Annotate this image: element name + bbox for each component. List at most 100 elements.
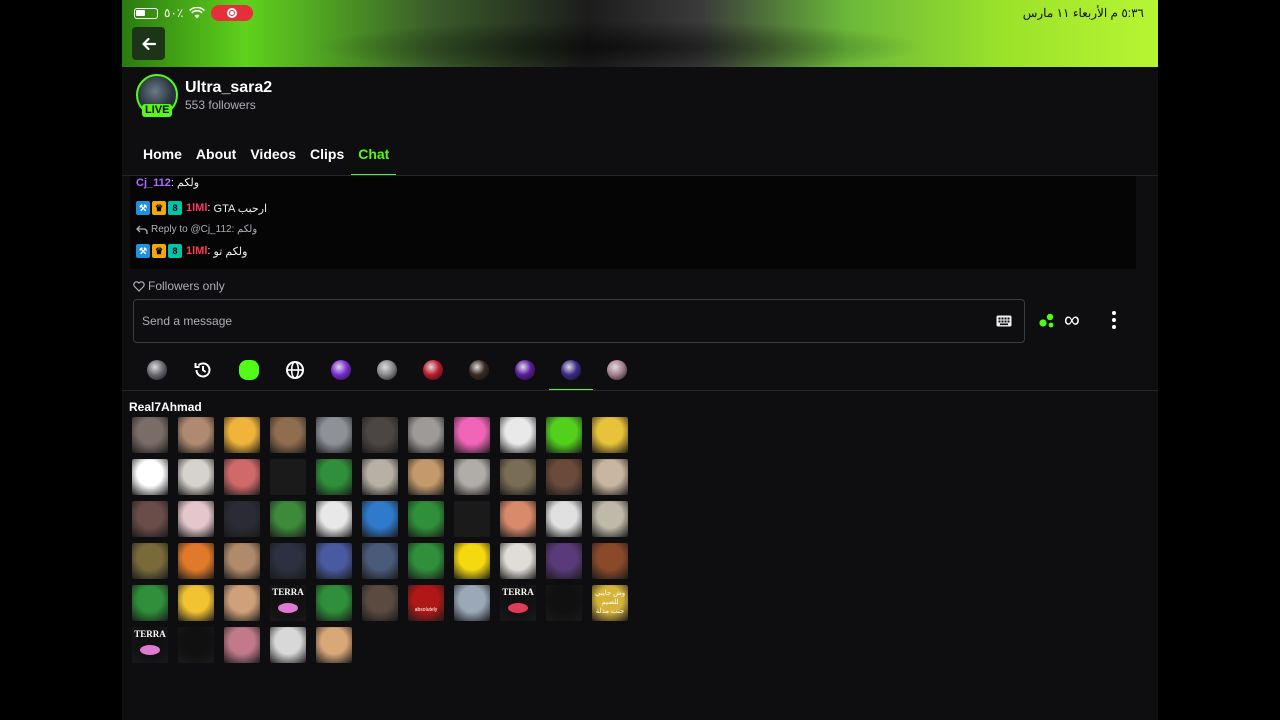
emote[interactable] — [500, 459, 536, 495]
emote[interactable] — [178, 543, 214, 579]
emote-tab[interactable] — [502, 350, 548, 390]
emote-tab[interactable] — [134, 350, 180, 390]
emote-tab[interactable] — [456, 350, 502, 390]
tab-videos[interactable]: Videos — [243, 138, 303, 176]
message-input[interactable] — [142, 314, 996, 328]
emote[interactable] — [592, 459, 628, 495]
emote[interactable] — [270, 501, 306, 537]
emote-tab[interactable] — [548, 350, 594, 391]
emote[interactable] — [132, 417, 168, 453]
emote[interactable] — [178, 585, 214, 621]
emote[interactable] — [316, 417, 352, 453]
emote[interactable] — [178, 501, 214, 537]
emote[interactable] — [224, 585, 260, 621]
emote[interactable] — [362, 543, 398, 579]
heart-icon — [133, 280, 145, 292]
emote[interactable] — [270, 543, 306, 579]
emote[interactable] — [408, 543, 444, 579]
back-button[interactable] — [132, 27, 165, 60]
chat-username[interactable]: Cj_112 — [136, 177, 171, 189]
reply-reference[interactable]: Reply to @Cj_112: ولكم — [136, 224, 257, 235]
emote[interactable] — [454, 501, 490, 537]
keyboard-icon[interactable] — [996, 315, 1012, 327]
emote[interactable]: وش جايبي للصيم جنت مذلة — [592, 585, 628, 621]
emote-tab[interactable] — [180, 350, 226, 390]
emote[interactable] — [270, 627, 306, 663]
emote[interactable] — [316, 585, 352, 621]
emote-caption: TERRA — [134, 629, 166, 639]
emote[interactable] — [224, 501, 260, 537]
emote[interactable] — [546, 417, 582, 453]
emote-tab[interactable] — [318, 350, 364, 390]
emote[interactable] — [546, 459, 582, 495]
emote[interactable] — [362, 417, 398, 453]
emote[interactable] — [316, 501, 352, 537]
emote[interactable] — [592, 501, 628, 537]
emote[interactable] — [132, 585, 168, 621]
emote[interactable] — [316, 627, 352, 663]
emote-tab[interactable] — [594, 350, 640, 390]
infinity-icon[interactable]: ∞ — [1064, 309, 1080, 331]
emote-tab[interactable] — [272, 350, 318, 390]
emote-tab[interactable] — [364, 350, 410, 390]
emote[interactable] — [546, 543, 582, 579]
emote[interactable]: TERRA — [500, 585, 536, 621]
emote[interactable] — [546, 585, 582, 621]
channel-name[interactable]: Ultra_sara2 — [185, 78, 272, 98]
emote[interactable] — [362, 459, 398, 495]
emote-tab[interactable] — [410, 350, 456, 390]
emote[interactable] — [454, 459, 490, 495]
emote[interactable] — [132, 501, 168, 537]
kick-points-icon[interactable] — [1038, 311, 1056, 329]
arrow-left-icon — [141, 37, 156, 50]
emote[interactable] — [546, 501, 582, 537]
emote[interactable] — [408, 459, 444, 495]
emote[interactable] — [362, 501, 398, 537]
emote[interactable] — [132, 459, 168, 495]
emote[interactable] — [454, 543, 490, 579]
live-badge: LIVE — [142, 104, 173, 117]
emote[interactable] — [178, 417, 214, 453]
tab-clips[interactable]: Clips — [303, 138, 351, 176]
emote[interactable] — [224, 459, 260, 495]
emote[interactable] — [592, 543, 628, 579]
emote[interactable] — [408, 417, 444, 453]
emote[interactable] — [270, 459, 306, 495]
tab-about[interactable]: About — [189, 138, 243, 176]
emote[interactable] — [316, 543, 352, 579]
emote[interactable] — [178, 459, 214, 495]
lips-icon — [278, 603, 298, 613]
emote[interactable]: TERRA — [132, 627, 168, 663]
emote[interactable] — [500, 501, 536, 537]
emote-caption: TERRA — [272, 587, 304, 597]
emote[interactable] — [500, 417, 536, 453]
emote[interactable] — [454, 585, 490, 621]
emote[interactable] — [224, 543, 260, 579]
message-box[interactable] — [133, 299, 1025, 343]
chat-log[interactable]: Cj_112: ولكم ⚒ ♛ 8 1lMl: GTA ارحبب Reply… — [130, 176, 1136, 269]
emote-tab[interactable] — [226, 350, 272, 390]
channel-emote-icon — [515, 360, 535, 380]
emote[interactable] — [224, 627, 260, 663]
emote[interactable] — [178, 627, 214, 663]
emote[interactable] — [316, 459, 352, 495]
emote[interactable] — [408, 501, 444, 537]
emote[interactable] — [500, 543, 536, 579]
emote[interactable] — [270, 417, 306, 453]
emote[interactable]: absolutely — [408, 585, 444, 621]
channel-emote-icon — [607, 360, 627, 380]
emote[interactable]: TERRA — [270, 585, 306, 621]
screen-record-indicator[interactable] — [211, 5, 254, 21]
emote[interactable] — [454, 417, 490, 453]
tab-home[interactable]: Home — [136, 138, 189, 176]
avatar[interactable]: LIVE — [136, 74, 178, 117]
emote[interactable] — [132, 543, 168, 579]
emote[interactable] — [224, 417, 260, 453]
emote[interactable] — [362, 585, 398, 621]
more-options-icon[interactable] — [1110, 310, 1118, 330]
chat-username[interactable]: 1lMl — [186, 245, 207, 257]
emote[interactable] — [592, 417, 628, 453]
chat-text: ولكم — [177, 177, 200, 189]
chat-username[interactable]: 1lMl — [186, 202, 207, 214]
tab-chat[interactable]: Chat — [351, 138, 397, 176]
